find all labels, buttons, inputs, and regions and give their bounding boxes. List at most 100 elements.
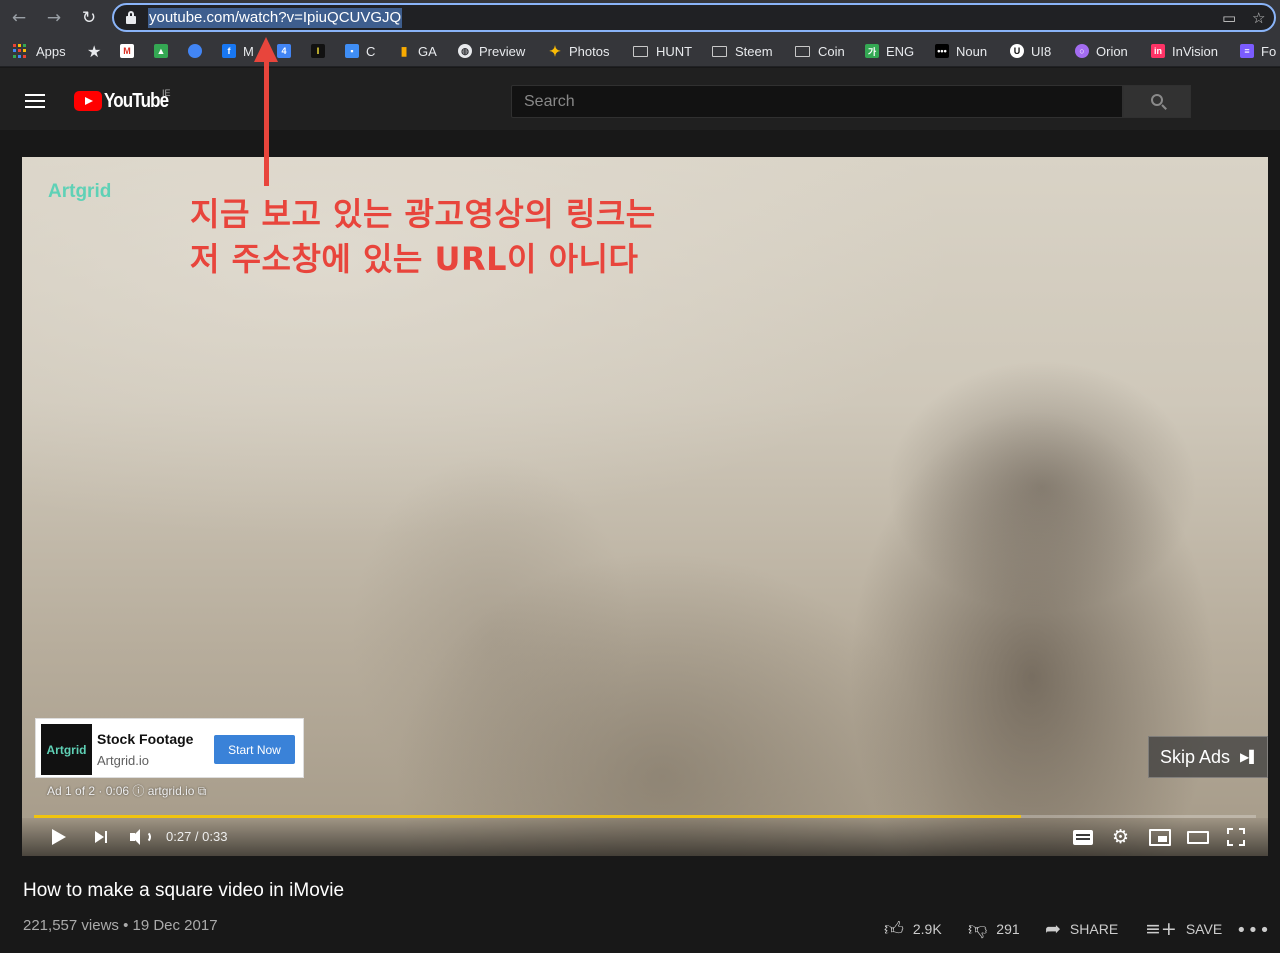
ad-thumbnail[interactable]: Artgrid xyxy=(41,724,92,775)
chat-bubble-icon: ▪ xyxy=(345,44,359,58)
ad-domain: Artgrid.io xyxy=(97,753,150,768)
dislike-count: 291 xyxy=(996,921,1020,937)
volume-icon[interactable] xyxy=(130,828,152,846)
bookmark-c[interactable]: ▪ C xyxy=(345,42,375,60)
bookmark-photos[interactable]: ✦ Photos xyxy=(548,42,609,60)
instapaper-icon: I xyxy=(311,44,325,58)
apps-grid-icon xyxy=(13,44,27,58)
bookmarks-bar: Apps ★ M ▲ fM 4 I ▪ C ▮ GA ◍ Preview ✦ Photo… xyxy=(0,35,1280,67)
video-meta: 221,557 views • 19 Dec 2017 xyxy=(23,917,218,934)
bookmark-ui8[interactable]: U UI8 xyxy=(1010,42,1051,60)
bookmark-instapaper[interactable]: I xyxy=(311,42,332,60)
gmail-icon: M xyxy=(120,44,134,58)
save-button[interactable]: ≡+ SAVE xyxy=(1145,918,1223,940)
like-button[interactable]: 👍︎ 2.9K xyxy=(884,917,942,940)
annotation-line-1: 지금 보고 있는 광고영상의 링크는 xyxy=(190,195,656,233)
miniplayer-icon[interactable] xyxy=(1149,829,1171,846)
fullscreen-icon[interactable] xyxy=(1227,828,1245,846)
folder-icon xyxy=(633,45,648,57)
folder-icon xyxy=(795,45,810,57)
annotation-arrow-shaft xyxy=(264,60,269,186)
more-actions-icon[interactable]: ••• xyxy=(1236,920,1271,941)
browser-toolbar: ← → ↻ youtube.com/watch?v=IpiuQCUVGJQ ▭ … xyxy=(0,0,1280,35)
pinwheel-icon: ✦ xyxy=(549,42,561,59)
annotation-text: 지금 보고 있는 광고영상의 링크는 저 주소창에 있는 URL이 아니다 xyxy=(190,192,656,282)
invision-icon: in xyxy=(1151,44,1165,58)
subtitles-icon[interactable] xyxy=(1073,830,1093,845)
annotation-arrow-head xyxy=(254,37,278,62)
facebook-icon: f xyxy=(222,44,236,58)
dislike-button[interactable]: 👎︎ 291 xyxy=(968,917,1020,940)
bookmark-preview[interactable]: ◍ Preview xyxy=(458,42,525,60)
video-title: How to make a square video in iMovie xyxy=(23,880,345,901)
save-label: SAVE xyxy=(1185,921,1223,937)
like-count: 2.9K xyxy=(912,921,942,937)
bookmark-photo[interactable]: ▲ xyxy=(154,42,175,60)
ui8-icon: U xyxy=(1010,44,1024,58)
annotation-line-2: 저 주소창에 있는 URL이 아니다 xyxy=(190,240,639,278)
settings-gear-icon[interactable]: ⚙ xyxy=(1112,826,1129,848)
ad-title[interactable]: Stock Footage xyxy=(97,731,193,747)
calendar-icon: 4 xyxy=(277,44,291,58)
thumbs-down-icon: 👎︎ xyxy=(968,917,988,940)
chat-icon xyxy=(188,44,202,58)
bookmark-hunt[interactable]: HUNT xyxy=(633,42,692,60)
bookmark-star-icon[interactable]: ☆ xyxy=(1252,8,1265,28)
menu-icon[interactable] xyxy=(25,94,45,108)
youtube-header: YouTube IE xyxy=(0,68,1280,130)
folder-icon xyxy=(712,45,727,57)
skip-ads-label: Skip Ads xyxy=(1160,746,1231,767)
bookmark-star-icon[interactable]: ★ xyxy=(87,42,101,61)
bookmark-eng[interactable]: 가 ENG xyxy=(865,42,914,60)
search-input[interactable] xyxy=(512,86,1122,117)
bookmark-apps[interactable]: Apps xyxy=(13,42,66,60)
share-label: SHARE xyxy=(1069,921,1119,937)
bookmark-noun[interactable]: ••• Noun xyxy=(935,42,987,60)
search-button[interactable] xyxy=(1123,85,1191,118)
youtube-wordmark: YouTube xyxy=(104,89,169,112)
search-box xyxy=(511,85,1123,118)
bookmark-orion[interactable]: ○ Orion xyxy=(1075,42,1128,60)
skip-ads-button[interactable]: Skip Ads ▶▌ xyxy=(1148,736,1268,778)
region-code: IE xyxy=(162,88,171,98)
translate-icon: 가 xyxy=(865,44,879,58)
url-text[interactable]: youtube.com/watch?v=IpiuQCUVGJQ xyxy=(148,8,403,28)
youtube-play-icon xyxy=(74,91,102,111)
bookmark-coin[interactable]: Coin xyxy=(795,42,845,60)
share-button[interactable]: ➦ SHARE xyxy=(1045,918,1119,940)
next-icon[interactable] xyxy=(95,830,109,844)
thumbs-up-icon: 👍︎ xyxy=(884,917,904,940)
bookmark-gmail[interactable]: M xyxy=(120,42,141,60)
lock-icon[interactable] xyxy=(126,11,136,24)
forward-arrow-icon[interactable]: → xyxy=(43,7,65,29)
list-icon: ≡ xyxy=(1240,44,1254,58)
bookmark-steem[interactable]: Steem xyxy=(712,42,773,60)
start-now-button[interactable]: Start Now xyxy=(214,735,295,764)
back-arrow-icon[interactable]: ← xyxy=(8,7,30,29)
dots-icon: ••• xyxy=(935,44,949,58)
playlist-add-icon: ≡+ xyxy=(1145,918,1177,940)
bookmark-chat[interactable] xyxy=(188,42,209,60)
ad-meta-info[interactable]: Ad 1 of 2 · 0:06 ⓘ artgrid.io ⧉ xyxy=(47,782,206,799)
share-arrow-icon: ➦ xyxy=(1045,918,1061,940)
photo-icon: ▲ xyxy=(154,44,168,58)
bookmark-ga[interactable]: ▮ GA xyxy=(397,42,437,60)
reload-icon[interactable]: ↻ xyxy=(78,7,100,29)
player-controls: 0:27 / 0:33 ⚙ xyxy=(22,818,1268,856)
ad-overlay-card[interactable]: Artgrid Stock Footage Artgrid.io Start N… xyxy=(35,718,304,778)
artgrid-watermark: Artgrid xyxy=(48,181,112,202)
bookmark-fo[interactable]: ≡ Fo xyxy=(1240,42,1276,60)
video-player[interactable]: Artgrid 지금 보고 있는 광고영상의 링크는 저 주소창에 있는 URL… xyxy=(22,157,1268,856)
orion-icon: ○ xyxy=(1075,44,1089,58)
bookmark-calendar[interactable]: 4 xyxy=(277,42,298,60)
analytics-icon: ▮ xyxy=(400,44,408,58)
globe-icon: ◍ xyxy=(458,44,472,58)
skip-next-icon: ▶▌ xyxy=(1240,750,1259,764)
play-icon[interactable] xyxy=(52,829,66,845)
theater-mode-icon[interactable] xyxy=(1187,831,1209,844)
bookmark-facebook[interactable]: fM xyxy=(222,42,254,60)
address-bar[interactable]: youtube.com/watch?v=IpiuQCUVGJQ ▭ ☆ xyxy=(112,3,1276,32)
bookmark-invision[interactable]: in InVision xyxy=(1151,42,1218,60)
time-display: 0:27 / 0:33 xyxy=(166,829,228,844)
cast-icon[interactable]: ▭ xyxy=(1222,8,1236,28)
